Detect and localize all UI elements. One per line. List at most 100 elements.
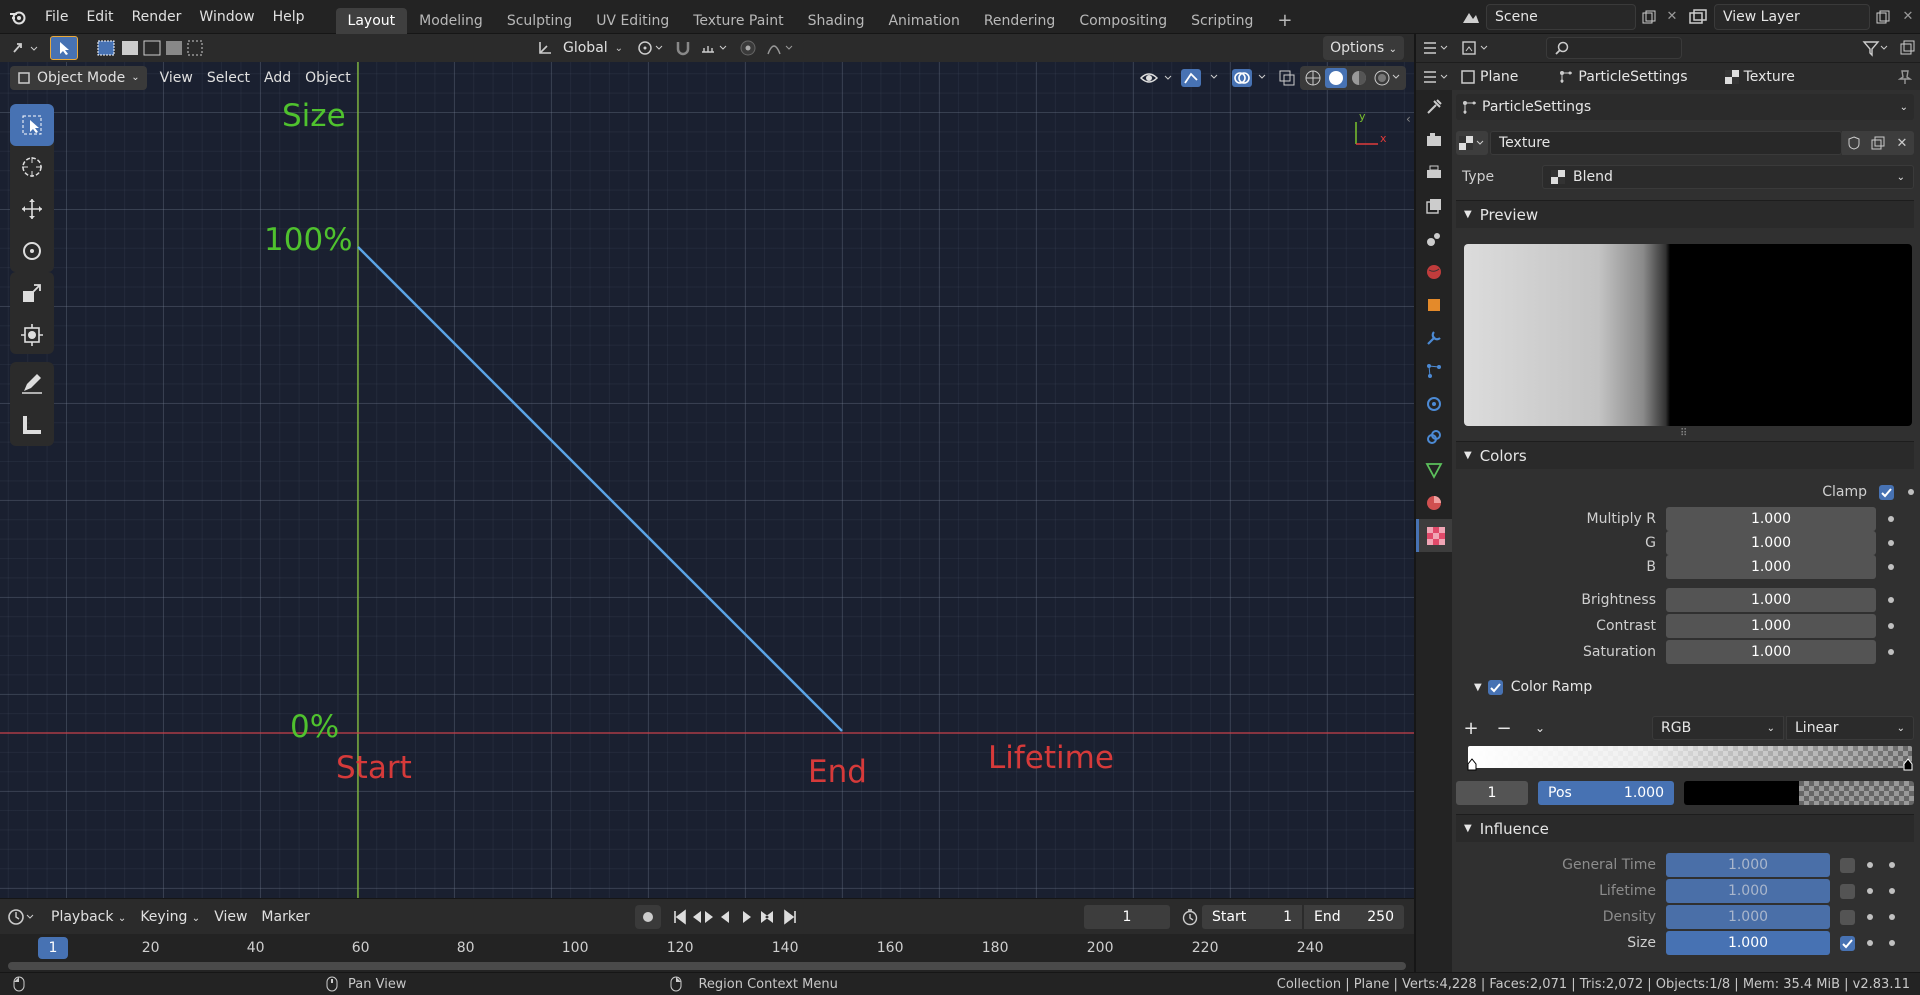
render-tab-icon[interactable] (1416, 123, 1452, 156)
world-tab-icon[interactable] (1416, 255, 1452, 288)
selection-mode-icons[interactable] (94, 38, 204, 58)
blender-logo-icon[interactable] (0, 0, 36, 34)
use-preview-range-icon[interactable] (1178, 908, 1202, 926)
pivot-point-icon[interactable] (633, 40, 669, 56)
tab-layout[interactable]: Layout (335, 7, 408, 34)
timeline-ruler[interactable]: 1 20 40 60 80 100 120 140 160 180 200 220 240 (0, 934, 1414, 974)
material-tab-icon[interactable] (1416, 486, 1452, 519)
filter-icon[interactable] (1858, 39, 1894, 57)
properties-editor-type-icon[interactable] (1416, 39, 1456, 57)
view-layer-icon[interactable] (1682, 8, 1714, 25)
particles-tab-icon[interactable] (1416, 354, 1452, 387)
contrast-field[interactable]: 1.000 (1666, 614, 1876, 638)
color-ramp-checkbox[interactable] (1487, 679, 1503, 695)
b-keyframe-dot[interactable] (1888, 564, 1894, 570)
end-frame-field[interactable]: End 250 (1304, 904, 1404, 929)
tab-texture-paint[interactable]: Texture Paint (681, 8, 795, 34)
color-ramp-expand-icon[interactable]: ▼ (1474, 682, 1482, 693)
general-time-field[interactable]: 1.000 (1666, 853, 1830, 877)
g-keyframe-dot[interactable] (1888, 540, 1894, 546)
snap-magnet-icon[interactable] (669, 39, 697, 57)
size-checkbox[interactable] (1840, 935, 1855, 951)
add-stop-icon[interactable]: + (1456, 718, 1486, 739)
b-field[interactable]: 1.000 (1666, 555, 1876, 579)
texture-type-dropdown[interactable]: Blend ⌄ (1542, 165, 1914, 189)
tab-shading[interactable]: Shading (796, 8, 877, 34)
tab-animation[interactable]: Animation (876, 8, 971, 34)
ramp-menu-chevron-icon[interactable]: ⌄ (1522, 721, 1558, 735)
object-tab-icon[interactable] (1416, 288, 1452, 321)
new-window-icon[interactable] (1894, 40, 1920, 56)
menu-file[interactable]: File (36, 0, 77, 34)
size-field[interactable]: 1.000 (1666, 931, 1830, 955)
record-icon[interactable] (634, 904, 661, 929)
lifetime-keyframe-dot[interactable] (1867, 888, 1873, 894)
current-frame-field[interactable]: 1 (1084, 904, 1170, 929)
3d-viewport[interactable]: Object Mode ⌄ View Select Add Object y x… (0, 62, 1414, 898)
fake-user-shield-icon[interactable] (1842, 131, 1866, 155)
menu-edit[interactable]: Edit (77, 0, 122, 34)
brightness-field[interactable]: 1.000 (1666, 588, 1876, 612)
modifier-tab-icon[interactable] (1416, 321, 1452, 354)
menu-window[interactable]: Window (190, 0, 263, 34)
colors-panel-header[interactable]: ▼ Colors (1456, 441, 1914, 469)
tab-rendering[interactable]: Rendering (972, 8, 1068, 34)
timeline-menu-view[interactable]: View (207, 905, 254, 929)
editor-type-icon[interactable] (0, 40, 50, 56)
display-mode-icon[interactable] (1456, 39, 1496, 57)
menu-render[interactable]: Render (123, 0, 191, 34)
constraints-tab-icon[interactable] (1416, 420, 1452, 453)
lifetime-checkbox[interactable] (1840, 883, 1855, 899)
lifetime-keyframe-dot-2[interactable] (1889, 888, 1895, 894)
falloff-curve-icon[interactable] (763, 40, 799, 56)
new-scene-icon[interactable] (1636, 10, 1662, 24)
stop-color-swatch[interactable] (1684, 781, 1914, 805)
new-view-layer-icon[interactable] (1870, 10, 1896, 24)
density-checkbox[interactable] (1840, 909, 1855, 925)
influence-panel-header[interactable]: ▼ Influence (1456, 814, 1914, 842)
particle-settings-row[interactable]: ParticleSettings ⌄ (1456, 94, 1914, 120)
saturation-field[interactable]: 1.000 (1666, 640, 1876, 664)
add-workspace-button[interactable]: + (1265, 8, 1304, 34)
transform-orientation-dropdown[interactable]: Global (556, 36, 615, 60)
playhead-frame-indicator[interactable]: 1 (38, 937, 68, 959)
lifetime-field[interactable]: 1.000 (1666, 879, 1830, 903)
contrast-keyframe-dot[interactable] (1888, 623, 1894, 629)
view-layer-selector[interactable]: View Layer (1714, 3, 1870, 30)
timeline-menu-marker[interactable]: Marker (254, 905, 316, 929)
pin-icon[interactable] (1890, 69, 1920, 85)
multiply-r-keyframe-dot[interactable] (1888, 516, 1894, 522)
active-stop-index-field[interactable]: 1 (1456, 781, 1528, 805)
tab-modeling[interactable]: Modeling (407, 8, 495, 34)
physics-tab-icon[interactable] (1416, 387, 1452, 420)
select-tool-icon[interactable] (50, 36, 78, 60)
properties-search-input[interactable] (1546, 37, 1682, 59)
duplicate-texture-icon[interactable] (1866, 131, 1890, 155)
brightness-keyframe-dot[interactable] (1888, 597, 1894, 603)
data-tab-icon[interactable] (1416, 453, 1452, 486)
texture-tab-icon[interactable] (1416, 519, 1452, 552)
snap-increment-icon[interactable] (697, 40, 733, 56)
context-menu-icon[interactable] (1416, 68, 1456, 86)
transform-orientation-icon[interactable] (534, 40, 556, 56)
preview-panel-header[interactable]: ▼ Preview (1456, 200, 1914, 228)
general-time-keyframe-dot[interactable] (1867, 862, 1873, 868)
scene-icon[interactable] (1456, 9, 1486, 25)
timeline-menu-playback[interactable]: Playback ⌄ (44, 905, 133, 929)
size-keyframe-dot-2[interactable] (1889, 940, 1895, 946)
tab-sculpting[interactable]: Sculpting (495, 8, 584, 34)
output-tab-icon[interactable] (1416, 156, 1452, 189)
multiply-r-field[interactable]: 1.000 (1666, 507, 1876, 531)
ramp-stop-handles[interactable] (1464, 758, 1916, 772)
remove-view-layer-icon[interactable]: ✕ (1896, 9, 1920, 24)
clamp-checkbox[interactable] (1879, 484, 1894, 500)
menu-help[interactable]: Help (264, 0, 314, 34)
general-time-keyframe-dot-2[interactable] (1889, 862, 1895, 868)
density-keyframe-dot[interactable] (1867, 914, 1873, 920)
remove-scene-icon[interactable]: ✕ (1662, 9, 1682, 24)
interpolation-dropdown[interactable]: Linear ⌄ (1786, 716, 1914, 740)
preview-resize-handle-icon[interactable]: ⠿ (1680, 428, 1687, 439)
timeline-scrollbar[interactable] (8, 962, 1406, 970)
tab-uv-editing[interactable]: UV Editing (584, 8, 681, 34)
scene-selector[interactable]: Scene (1486, 3, 1636, 30)
